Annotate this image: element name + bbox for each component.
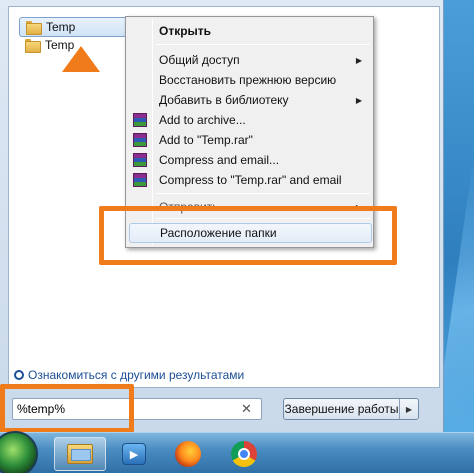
shutdown-button[interactable]: Завершение работы ▶ — [283, 398, 419, 420]
folder-icon — [25, 39, 41, 53]
result-item-temp-1[interactable]: Temp — [19, 17, 129, 37]
see-more-label: Ознакомиться с другими результатами — [28, 368, 245, 382]
submenu-arrow-icon: ▶ — [355, 55, 362, 65]
menu-item-compress-to-temp-rar-email[interactable]: Compress to "Temp.rar" and email — [129, 170, 372, 190]
taskbar-chrome[interactable] — [218, 437, 270, 471]
menu-item-restore-version[interactable]: Восстановить прежнюю версию — [129, 70, 372, 90]
result-label: Temp — [46, 20, 76, 34]
clear-search-icon[interactable]: ✕ — [241, 401, 252, 417]
winrar-icon — [133, 173, 147, 187]
shutdown-label[interactable]: Завершение работы — [284, 399, 400, 419]
menu-separator — [156, 44, 370, 45]
windows-explorer-icon — [67, 444, 93, 464]
folder-icon — [26, 21, 42, 35]
search-icon — [14, 370, 24, 380]
media-player-icon: ▶ — [122, 443, 146, 465]
menu-item-add-to-temp-rar[interactable]: Add to "Temp.rar" — [129, 130, 372, 150]
menu-item-open[interactable]: Открыть — [129, 21, 372, 41]
firefox-icon — [175, 441, 201, 467]
winrar-icon — [133, 153, 147, 167]
shutdown-options-icon[interactable]: ▶ — [400, 399, 418, 419]
menu-item-add-to-archive[interactable]: Add to archive... — [129, 110, 372, 130]
menu-item-add-to-library[interactable]: Добавить в библиотеку ▶ — [129, 90, 372, 110]
taskbar-firefox[interactable] — [162, 437, 214, 471]
menu-item-compress-and-email[interactable]: Compress and email... — [129, 150, 372, 170]
desktop-background — [431, 0, 474, 462]
submenu-arrow-icon: ▶ — [355, 95, 362, 105]
winrar-icon — [133, 113, 147, 127]
menu-item-share[interactable]: Общий доступ ▶ — [129, 50, 372, 70]
see-more-results-link[interactable]: Ознакомиться с другими результатами — [14, 368, 244, 382]
highlight-box-folder-location — [99, 206, 397, 265]
highlight-box-search — [0, 384, 134, 433]
annotation-arrow-icon — [62, 46, 100, 72]
start-button-icon[interactable] — [0, 431, 38, 473]
taskbar: ▶ — [0, 431, 474, 473]
chrome-icon — [231, 441, 257, 467]
taskbar-explorer[interactable] — [54, 437, 106, 471]
winrar-icon — [133, 133, 147, 147]
menu-separator — [156, 193, 370, 194]
taskbar-media-player[interactable]: ▶ — [108, 437, 160, 471]
